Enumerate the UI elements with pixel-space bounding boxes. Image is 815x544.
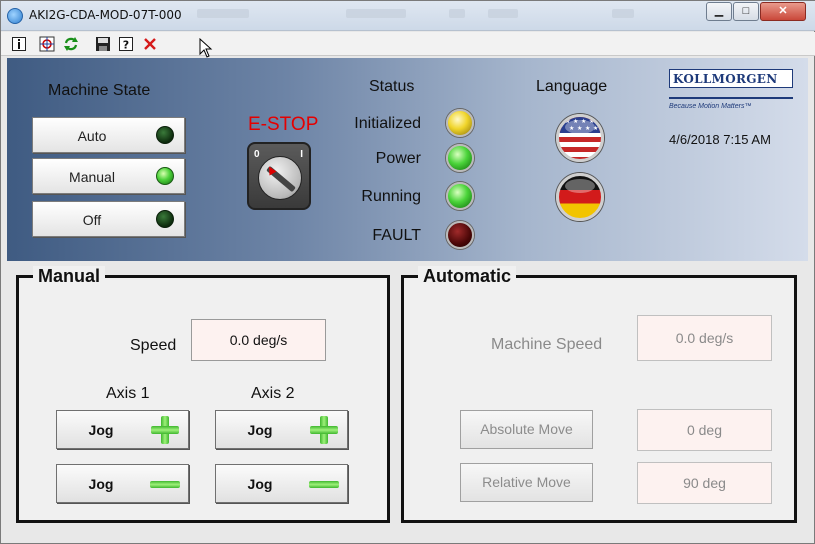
title-bar[interactable]: AKI2G-CDA-MOD-07T-000 ▁ □ ✕: [1, 1, 815, 31]
kollmorgen-logo: KOLLMORGEN: [669, 69, 793, 88]
help-icon[interactable]: ?: [118, 36, 134, 52]
machine-speed-label: Machine Speed: [491, 336, 603, 353]
brand-tagline: Because Motion Matters™: [669, 103, 752, 110]
manual-indicator-led: [156, 167, 174, 185]
status-initialized-label: Initialized: [354, 115, 421, 132]
off-mode-label: Off: [82, 212, 102, 228]
target-icon[interactable]: [39, 36, 55, 52]
refresh-icon[interactable]: [63, 36, 79, 52]
date-time-display: 4/6/2018 7:15 AM: [669, 132, 771, 147]
close-window-button[interactable]: ✕: [760, 2, 806, 21]
relative-move-button[interactable]: Relative Move: [460, 463, 593, 502]
header-panel: Machine State Auto Manual Off E-STOP 0 I…: [7, 58, 808, 261]
close-icon[interactable]: [142, 36, 158, 52]
axis1-label: Axis 1: [106, 385, 150, 402]
status-running-label: Running: [361, 188, 421, 205]
window-title: AKI2G-CDA-MOD-07T-000: [29, 8, 182, 22]
axis2-jog-plus-button[interactable]: Jog: [215, 410, 348, 449]
machine-state-title: Machine State: [48, 82, 151, 99]
absolute-move-button[interactable]: Absolute Move: [460, 410, 593, 449]
estop-on-mark: I: [300, 149, 303, 160]
app-icon: [7, 8, 23, 24]
axis2-label: Axis 2: [251, 385, 295, 402]
status-power-label: Power: [375, 150, 421, 167]
toolbar: ?: [1, 32, 815, 58]
relative-move-field[interactable]: 90 deg: [637, 462, 772, 504]
estop-off-mark: 0: [254, 149, 260, 160]
jog-label: Jog: [247, 476, 273, 492]
axis1-jog-plus-button[interactable]: Jog: [56, 410, 189, 449]
running-indicator-led: [446, 182, 474, 210]
us-flag-icon[interactable]: ★ ★ ★ ★ ★ ★ ★ ★ ★: [556, 114, 604, 162]
axis1-jog-minus-button[interactable]: Jog: [56, 464, 189, 503]
jog-label: Jog: [88, 422, 114, 438]
power-indicator-led: [446, 144, 474, 172]
minus-icon: [309, 481, 339, 488]
absolute-move-field[interactable]: 0 deg: [637, 409, 772, 451]
logo-underline: [669, 97, 793, 99]
manual-mode-button[interactable]: Manual: [32, 158, 185, 194]
auto-indicator-led: [156, 126, 174, 144]
estop-knob-icon: [258, 156, 302, 200]
estop-label: E-STOP: [248, 114, 319, 135]
background-tab-ghost: [346, 9, 406, 18]
save-icon[interactable]: [95, 36, 111, 52]
minus-icon: [150, 481, 180, 488]
fault-indicator-led: [446, 221, 474, 249]
auto-mode-button[interactable]: Auto: [32, 117, 185, 153]
jog-label: Jog: [247, 422, 273, 438]
manual-mode-label: Manual: [69, 169, 115, 185]
mouse-cursor-icon: [199, 38, 213, 58]
axis2-jog-minus-button[interactable]: Jog: [215, 464, 348, 503]
germany-flag-icon[interactable]: [556, 173, 604, 221]
jog-label: Jog: [88, 476, 114, 492]
manual-group-title: Manual: [33, 266, 106, 287]
application-window: AKI2G-CDA-MOD-07T-000 ▁ □ ✕ ? Machine St…: [0, 0, 815, 544]
auto-mode-label: Auto: [77, 128, 107, 144]
speed-label: Speed: [130, 337, 177, 354]
initialized-indicator-led: [446, 109, 474, 137]
language-title: Language: [536, 78, 608, 95]
background-tab-ghost: [612, 9, 634, 18]
automatic-group-title: Automatic: [418, 266, 517, 287]
status-fault-label: FAULT: [372, 227, 421, 244]
manual-group: Manual Speed 0.0 deg/s Axis 1 Axis 2 Jog…: [16, 266, 390, 523]
machine-speed-field[interactable]: 0.0 deg/s: [637, 315, 772, 361]
status-title: Status: [369, 78, 415, 95]
off-indicator-led: [156, 210, 174, 228]
background-tab-ghost: [488, 9, 518, 18]
svg-text:?: ?: [123, 39, 129, 52]
estop-switch[interactable]: 0 I: [247, 142, 311, 210]
off-mode-button[interactable]: Off: [32, 201, 185, 237]
manual-speed-field[interactable]: 0.0 deg/s: [191, 319, 326, 361]
background-tab-ghost: [197, 9, 249, 18]
info-icon[interactable]: [11, 36, 27, 52]
background-tab-ghost: [449, 9, 465, 18]
maximize-button[interactable]: □: [733, 2, 759, 21]
automatic-group: Automatic Machine Speed 0.0 deg/s Absolu…: [401, 266, 797, 523]
minimize-button[interactable]: ▁: [706, 2, 732, 21]
